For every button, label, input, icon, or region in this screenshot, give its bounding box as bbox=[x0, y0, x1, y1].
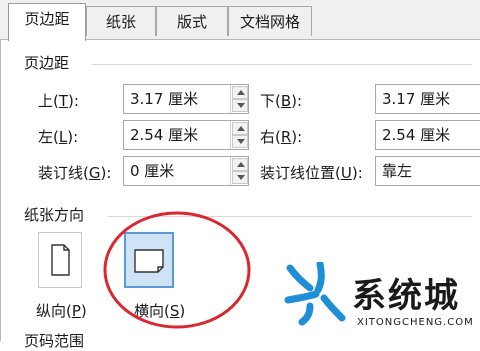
gutter-position-label: 装订线位置(U): bbox=[260, 164, 363, 182]
down-arrow-icon bbox=[237, 103, 245, 108]
gutter-position-select[interactable]: 靠左 bbox=[375, 156, 480, 186]
gutter-field[interactable]: 0 厘米 bbox=[123, 156, 249, 186]
orientation-section-title: 纸张方向 bbox=[24, 206, 85, 224]
spin-up-button[interactable] bbox=[232, 122, 248, 135]
up-arrow-icon bbox=[237, 126, 245, 131]
margins-group-line bbox=[92, 64, 472, 65]
portrait-label: 纵向(P) bbox=[36, 302, 87, 320]
margins-section-title: 页边距 bbox=[24, 54, 70, 72]
left-margin-field[interactable]: 2.54 厘米 bbox=[123, 120, 249, 150]
tab-doc-grid-label: 文档网格 bbox=[239, 13, 300, 31]
spin-up-button[interactable] bbox=[232, 86, 248, 99]
left-margin-label: 左(L): bbox=[38, 128, 79, 146]
right-margin-label: 右(R): bbox=[260, 128, 303, 146]
highlight-circle-annotation bbox=[103, 211, 251, 329]
up-arrow-icon bbox=[237, 90, 245, 95]
spin-down-button[interactable] bbox=[232, 171, 248, 184]
watermark-url: XITONGCHENG.COM bbox=[357, 317, 474, 328]
top-margin-field[interactable]: 3.17 厘米 bbox=[123, 84, 249, 114]
tab-margins-label: 页边距 bbox=[24, 10, 70, 28]
tab-paper-label: 纸张 bbox=[105, 13, 136, 31]
gutter-label: 装订线(G): bbox=[38, 164, 112, 182]
tab-layout-label: 版式 bbox=[176, 13, 207, 31]
up-arrow-icon bbox=[237, 162, 245, 167]
xitongcheng-logo-icon bbox=[284, 262, 346, 326]
top-margin-label: 上(T): bbox=[38, 92, 79, 110]
top-margin-value: 3.17 厘米 bbox=[130, 90, 199, 108]
bottom-margin-field[interactable]: 3.17 厘米 bbox=[375, 84, 480, 114]
watermark-brand: 系统城 bbox=[352, 276, 460, 316]
left-margin-value: 2.54 厘米 bbox=[130, 126, 199, 144]
bottom-margin-label: 下(B): bbox=[260, 92, 303, 110]
portrait-button[interactable] bbox=[38, 232, 82, 288]
panel-border bbox=[0, 39, 7, 341]
tab-paper[interactable]: 纸张 bbox=[86, 6, 156, 36]
down-arrow-icon bbox=[237, 175, 245, 180]
tab-layout[interactable]: 版式 bbox=[156, 6, 228, 36]
right-margin-value: 2.54 厘米 bbox=[382, 126, 451, 144]
tab-doc-grid[interactable]: 文档网格 bbox=[228, 6, 312, 36]
gutter-spinner[interactable] bbox=[230, 157, 248, 185]
down-arrow-icon bbox=[237, 139, 245, 144]
spin-down-button[interactable] bbox=[232, 99, 248, 112]
portrait-page-icon bbox=[51, 244, 70, 276]
bottom-margin-value: 3.17 厘米 bbox=[382, 90, 451, 108]
gutter-value: 0 厘米 bbox=[130, 162, 175, 180]
spin-up-button[interactable] bbox=[232, 158, 248, 171]
gutter-position-value: 靠左 bbox=[382, 162, 413, 180]
right-margin-field[interactable]: 2.54 厘米 bbox=[375, 120, 480, 150]
top-margin-spinner[interactable] bbox=[230, 85, 248, 113]
spin-down-button[interactable] bbox=[232, 135, 248, 148]
tab-margins[interactable]: 页边距 bbox=[8, 3, 86, 41]
left-margin-spinner[interactable] bbox=[230, 121, 248, 149]
